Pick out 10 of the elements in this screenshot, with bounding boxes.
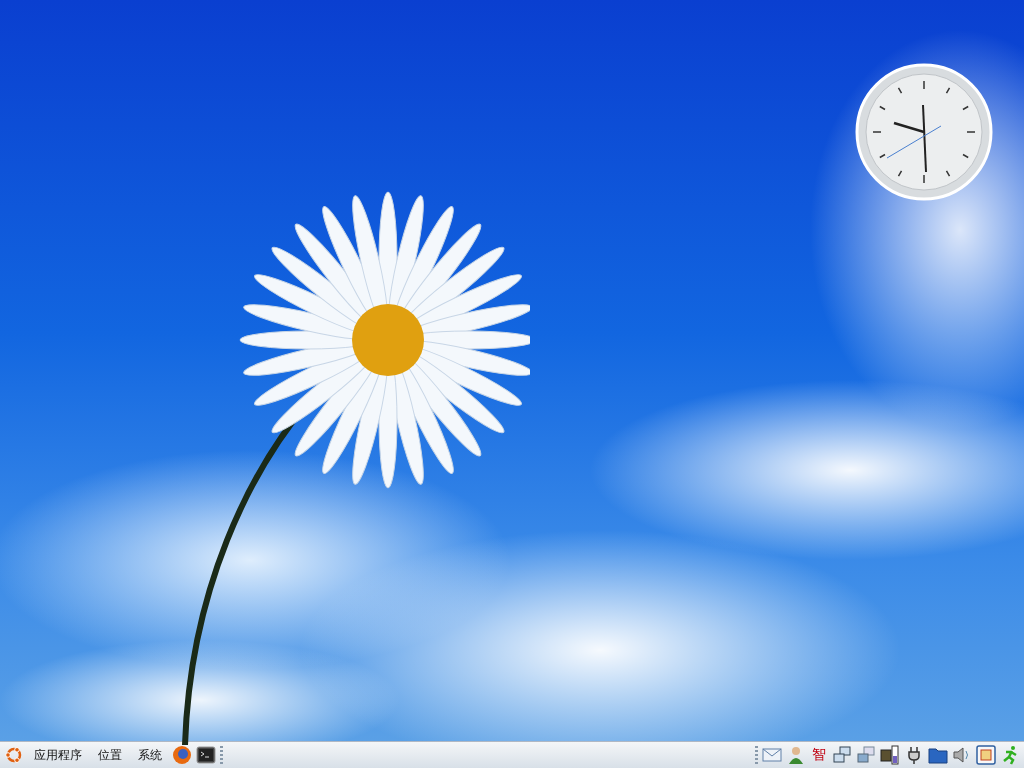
envelope-icon[interactable] xyxy=(762,745,782,765)
menu-item[interactable]: 应用程序 xyxy=(28,744,88,766)
menu-item[interactable]: 位置 xyxy=(92,744,128,766)
network-icon[interactable] xyxy=(832,745,852,765)
input-method-indicator[interactable]: 智 xyxy=(810,746,828,764)
menu-item[interactable]: 系统 xyxy=(132,744,168,766)
terminal-icon[interactable] xyxy=(196,745,216,765)
ubuntu-logo-icon[interactable] xyxy=(4,745,24,765)
user-icon[interactable] xyxy=(786,745,806,765)
folder-icon[interactable] xyxy=(928,745,948,765)
